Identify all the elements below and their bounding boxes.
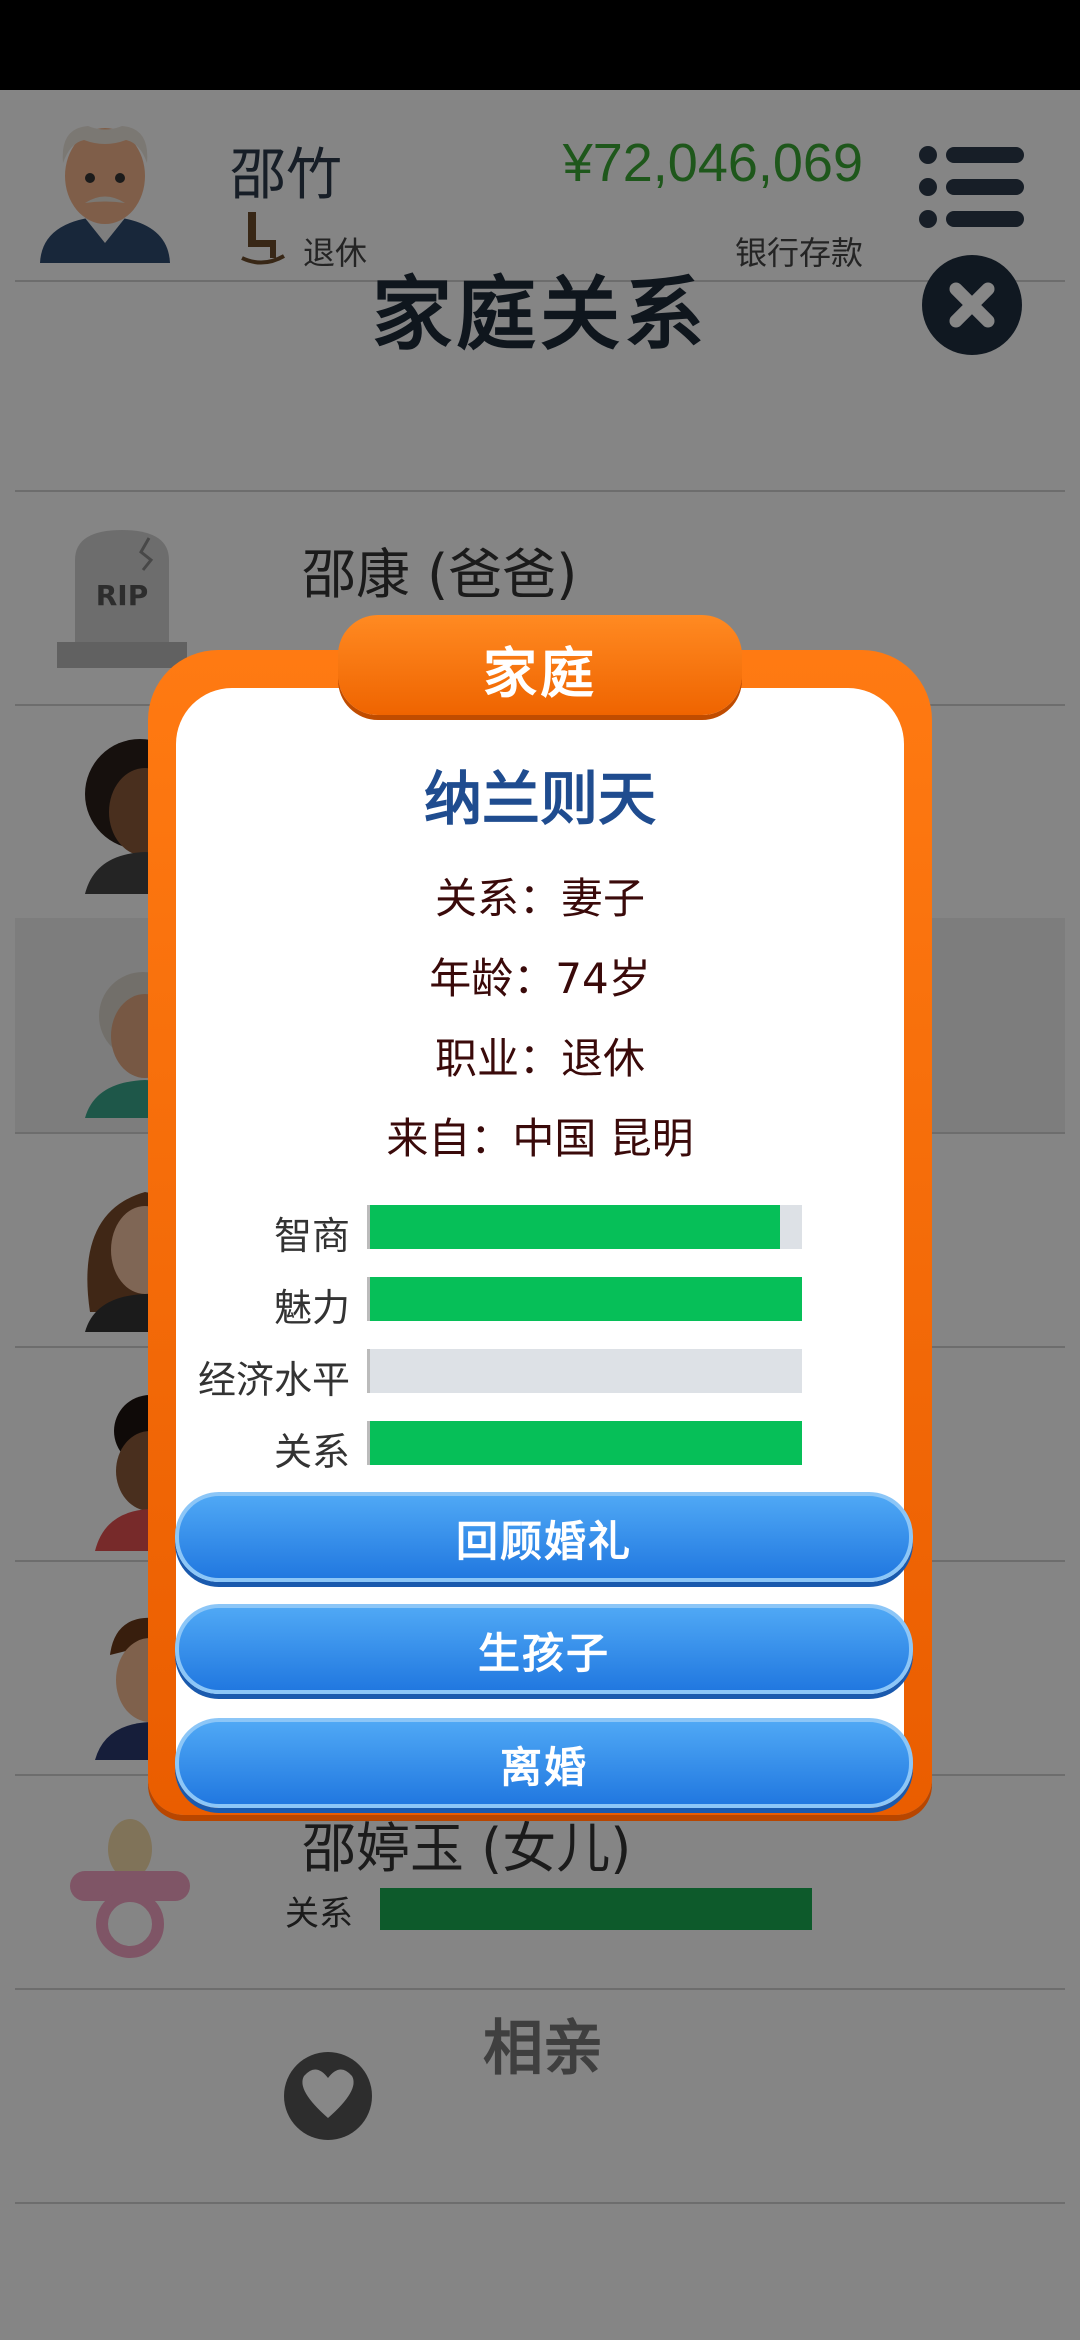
relation-info: 关系：妻子 bbox=[434, 874, 645, 923]
age-info: 年龄：74岁 bbox=[429, 954, 651, 1003]
stat-bar-fill bbox=[370, 1277, 802, 1321]
review-wedding-label: 回顾婚礼 bbox=[455, 1517, 632, 1566]
stat-label-iq: 智商 bbox=[273, 1214, 350, 1258]
have-child-button[interactable]: 生孩子 bbox=[175, 1604, 913, 1694]
stat-bar-fill bbox=[370, 1421, 802, 1465]
stat-label-wealth: 经济水平 bbox=[197, 1358, 350, 1402]
stat-label-charm: 魅力 bbox=[273, 1286, 350, 1330]
divorce-label: 离婚 bbox=[499, 1743, 588, 1792]
stat-bar-relation bbox=[367, 1421, 802, 1465]
modal-title: 家庭 bbox=[483, 642, 597, 705]
spouse-name: 纳兰则天 bbox=[423, 765, 656, 833]
stat-bar-iq bbox=[367, 1205, 802, 1249]
stat-label-relation: 关系 bbox=[273, 1430, 350, 1474]
stat-bar-fill bbox=[370, 1205, 781, 1249]
origin-info: 来自：中国 昆明 bbox=[386, 1114, 694, 1163]
stat-bar-wealth bbox=[367, 1349, 802, 1393]
job-info: 职业：退休 bbox=[434, 1034, 645, 1083]
modal-title-tab: 家庭 bbox=[338, 615, 742, 715]
stat-bar-charm bbox=[367, 1277, 802, 1321]
have-child-label: 生孩子 bbox=[477, 1629, 610, 1678]
review-wedding-button[interactable]: 回顾婚礼 bbox=[175, 1492, 913, 1582]
divorce-button[interactable]: 离婚 bbox=[175, 1718, 913, 1808]
